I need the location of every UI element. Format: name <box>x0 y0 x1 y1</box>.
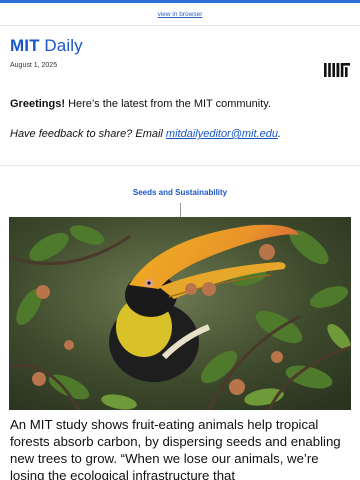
feedback-line: Have feedback to share? Email mitdailyed… <box>0 110 360 140</box>
newsletter-header: MIT Daily August 1, 2025 <box>0 26 360 80</box>
section-divider <box>0 165 360 166</box>
newsletter-title: MIT Daily <box>10 36 350 56</box>
brand-bold: MIT <box>10 36 40 55</box>
issue-date: August 1, 2025 <box>10 62 58 69</box>
brand-rest: Daily <box>39 36 83 55</box>
feedback-email-link[interactable]: mitdailyeditor@mit.edu <box>166 128 278 140</box>
section-connector-line <box>179 203 181 217</box>
greeting-bold: Greetings! <box>10 98 66 110</box>
hornbill-photo-image[interactable] <box>9 217 351 410</box>
story-summary: An MIT study shows fruit-eating animals … <box>10 417 341 480</box>
section-label[interactable]: Seeds and Sustainability <box>0 188 360 197</box>
mit-logo-icon <box>324 63 350 77</box>
greeting-line: Greetings! Here’s the latest from the MI… <box>0 80 360 110</box>
feedback-end: . <box>277 128 282 140</box>
greeting-text: Here’s the latest from the MIT community… <box>65 98 272 110</box>
view-in-browser-link[interactable]: view in browser <box>0 3 360 25</box>
feedback-text: Have feedback to share? Email <box>10 128 166 140</box>
